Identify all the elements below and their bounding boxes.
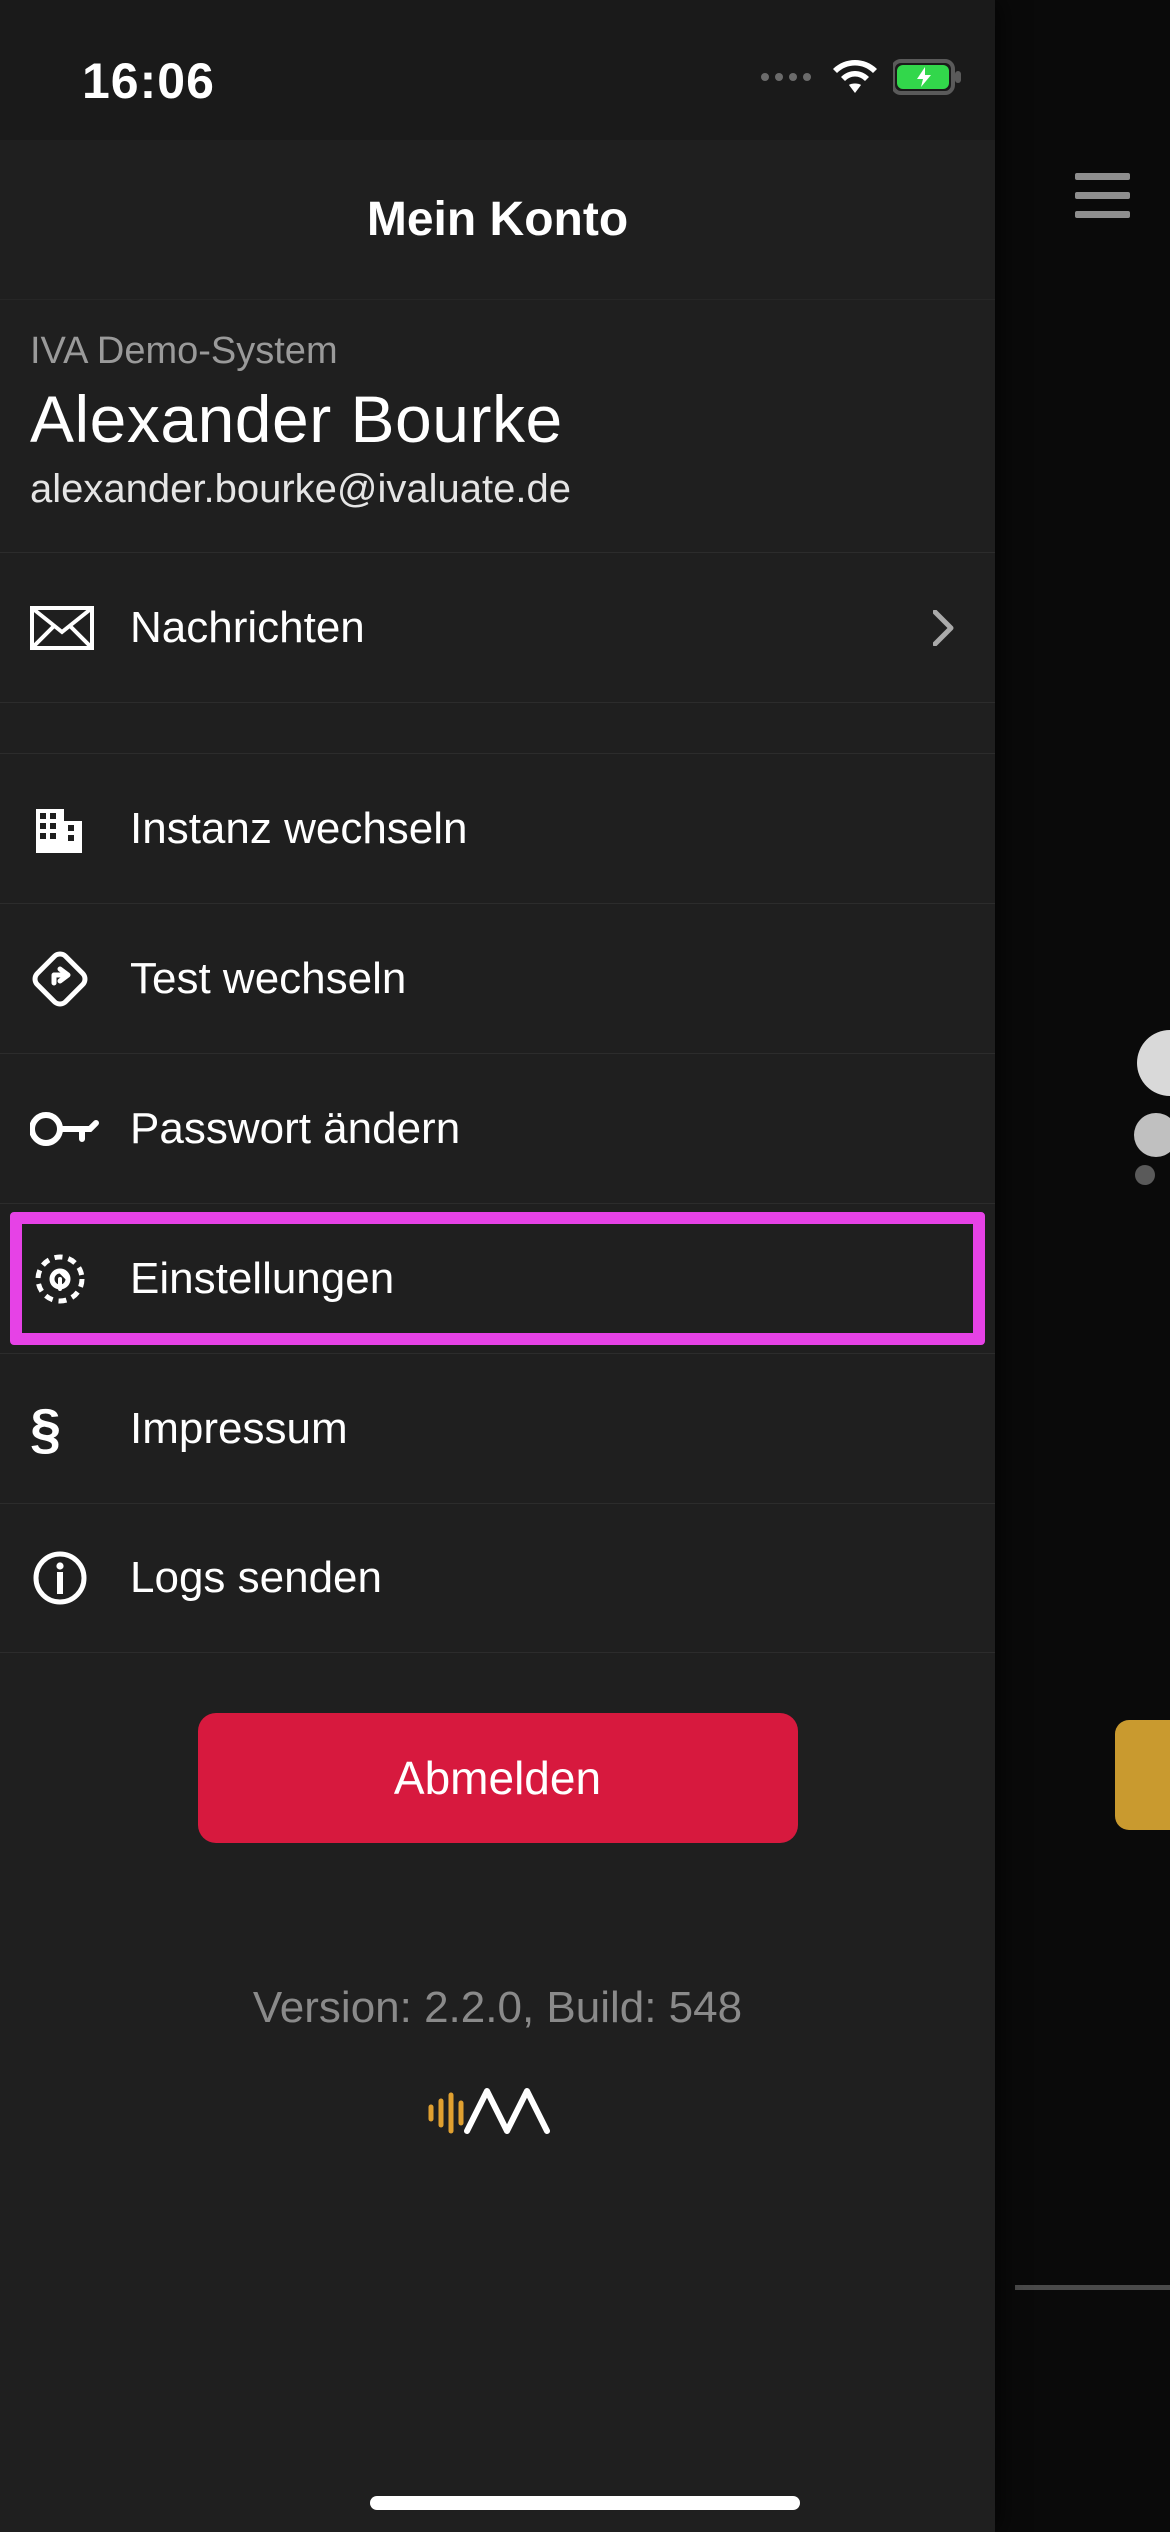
- menu-label: Impressum: [130, 1404, 348, 1454]
- side-tab[interactable]: [1115, 1720, 1170, 1830]
- bubble-decoration: [1134, 1113, 1170, 1157]
- menu-item-send-logs[interactable]: Logs senden: [0, 1503, 995, 1653]
- bubble-decoration: [1135, 1165, 1155, 1185]
- wifi-icon: [831, 58, 879, 96]
- system-label: IVA Demo-System: [30, 330, 965, 373]
- account-drawer: 16:06 Mein Konto IVA Demo-System Ale: [0, 0, 995, 2532]
- key-icon: [30, 1109, 130, 1149]
- status-time: 16:06: [82, 52, 215, 110]
- bubble-decoration: [1137, 1030, 1170, 1096]
- hamburger-icon[interactable]: [1075, 173, 1130, 218]
- section-sign-icon: §: [30, 1401, 130, 1457]
- underlying-app: [995, 0, 1170, 2532]
- info-icon: [30, 1548, 130, 1608]
- menu-label: Logs senden: [130, 1553, 382, 1603]
- menu-label: Test wechseln: [130, 954, 406, 1004]
- menu-item-switch-instance[interactable]: Instanz wechseln: [0, 753, 995, 903]
- gear-icon: [30, 1249, 130, 1309]
- user-email: alexander.bourke@ivaluate.de: [30, 467, 965, 512]
- mail-icon: [30, 606, 130, 650]
- account-info: IVA Demo-System Alexander Bourke alexand…: [0, 300, 995, 552]
- signal-dots-icon: [761, 68, 817, 86]
- logout-button[interactable]: Abmelden: [198, 1713, 798, 1843]
- menu-item-imprint[interactable]: § Impressum: [0, 1353, 995, 1503]
- menu-label: Passwort ändern: [130, 1104, 460, 1154]
- version-label: Version: 2.2.0, Build: 548: [0, 1983, 995, 2033]
- menu-label: Einstellungen: [130, 1254, 394, 1304]
- battery-charging-icon: [893, 59, 965, 95]
- app-logo: [0, 2083, 995, 2143]
- home-indicator[interactable]: [370, 2496, 800, 2510]
- chevron-right-icon: [933, 610, 955, 646]
- status-bar: 16:06: [0, 0, 995, 140]
- menu-label: Instanz wechseln: [130, 804, 468, 854]
- menu-item-settings[interactable]: Einstellungen: [0, 1203, 995, 1353]
- drawer-header: Mein Konto: [0, 140, 995, 300]
- menu-item-switch-test[interactable]: Test wechseln: [0, 903, 995, 1053]
- user-name: Alexander Bourke: [30, 381, 965, 457]
- directions-icon: [30, 949, 130, 1009]
- building-icon: [30, 801, 130, 857]
- menu-item-messages[interactable]: Nachrichten: [0, 552, 995, 702]
- menu-label: Nachrichten: [130, 603, 365, 653]
- page-title: Mein Konto: [367, 192, 628, 247]
- menu-item-change-password[interactable]: Passwort ändern: [0, 1053, 995, 1203]
- divider: [1015, 2285, 1170, 2290]
